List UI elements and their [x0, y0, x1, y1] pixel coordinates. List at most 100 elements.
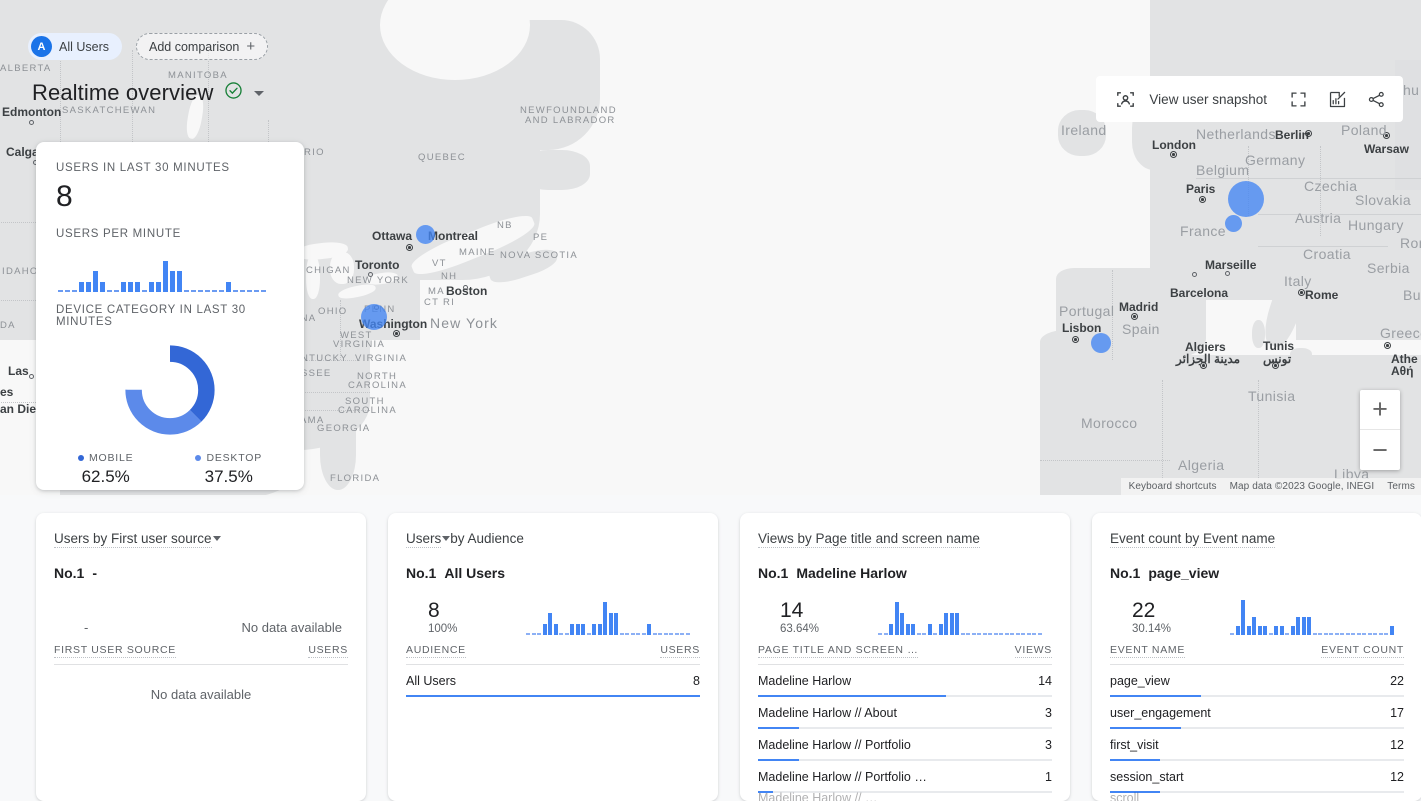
view-user-snapshot-button[interactable]: View user snapshot [1147, 92, 1276, 107]
green-check-circle-icon [224, 81, 243, 105]
card-sparkline[interactable] [526, 591, 700, 635]
map-city-dot-capital [1383, 132, 1390, 139]
column-header-dimension[interactable]: PAGE TITLE AND SCREEN … [758, 644, 918, 658]
zoom-out-button[interactable]: − [1360, 430, 1400, 470]
card-title-metric-selector[interactable]: Users [406, 531, 441, 548]
map-user-marker[interactable] [1091, 333, 1111, 353]
sparkline-bar [966, 633, 970, 635]
device-category-donut[interactable] [56, 342, 284, 438]
table-row-clipped[interactable]: Madeline Harlow // … [758, 791, 1052, 801]
keyboard-shortcuts-link[interactable]: Keyboard shortcuts [1129, 481, 1217, 492]
card-title-dimension: by Audience [450, 531, 524, 546]
column-header-dimension[interactable]: AUDIENCE [406, 644, 466, 658]
card-title[interactable]: Users by First user source [54, 531, 212, 548]
sparkline-bar [565, 633, 569, 635]
realtime-card: Users by First user sourceNo.1--No data … [36, 513, 366, 801]
table-row[interactable]: All Users8 [406, 665, 700, 697]
sparkline-bar [664, 633, 668, 635]
table-row[interactable]: session_start12 [1110, 761, 1404, 793]
table-cell-metric: 17 [1390, 706, 1404, 720]
all-users-chip[interactable]: A All Users [28, 33, 122, 60]
table-cell-metric: 12 [1390, 738, 1404, 752]
card-sparkline[interactable] [1230, 591, 1404, 635]
sparkline-bar [906, 624, 910, 635]
sparkline-bar [889, 624, 893, 635]
map-user-marker[interactable] [416, 225, 435, 244]
map-city-dot-capital [1072, 336, 1079, 343]
sparkline-bar [895, 602, 899, 635]
table-row[interactable]: Madeline Harlow // Portfolio …1 [758, 761, 1052, 793]
device-legend-item: MOBILE 62.5% [78, 452, 133, 487]
fullscreen-icon[interactable] [1281, 82, 1315, 116]
sparkline-bar [247, 290, 252, 292]
sparkline-bar [254, 290, 259, 292]
legend-label: MOBILE [89, 452, 133, 464]
column-header-metric[interactable]: USERS [660, 644, 700, 658]
map-zoom-controls[interactable]: + − [1360, 390, 1400, 470]
table-cell-dimension: page_view [1110, 674, 1170, 688]
sparkline-bar [177, 271, 182, 292]
table-row-content: first_visit12 [1110, 738, 1404, 759]
plus-icon: + [246, 39, 255, 54]
column-header-metric[interactable]: EVENT COUNT [1321, 644, 1404, 658]
card-title[interactable]: Event count by Event name [1110, 531, 1275, 548]
column-header-dimension[interactable]: EVENT NAME [1110, 644, 1185, 658]
sparkline-bar [983, 633, 987, 635]
map-user-marker[interactable] [1225, 215, 1242, 232]
sparkline-bar [686, 633, 690, 635]
sparkline-bar [977, 633, 981, 635]
sparkline-bar [107, 290, 112, 292]
chevron-down-icon[interactable] [442, 536, 450, 541]
add-comparison-button[interactable]: Add comparison + [136, 33, 268, 60]
map-border [1196, 178, 1421, 179]
sparkline-bar [878, 633, 882, 635]
sparkline-bar [1010, 633, 1014, 635]
column-header-dimension[interactable]: FIRST USER SOURCE [54, 644, 176, 658]
table-row[interactable]: first_visit12 [1110, 729, 1404, 761]
zoom-in-button[interactable]: + [1360, 390, 1400, 430]
map-city-dot [368, 272, 373, 277]
share-icon[interactable] [1359, 82, 1393, 116]
sparkline-bar [653, 633, 657, 635]
table-row[interactable]: Madeline Harlow // Portfolio3 [758, 729, 1052, 761]
sparkline-bar [1302, 617, 1306, 635]
chevron-down-icon[interactable] [213, 536, 221, 541]
card-title-row: Users by Audience [406, 531, 700, 548]
sparkline-bar [58, 290, 63, 292]
users-per-minute-sparkline[interactable] [58, 250, 284, 292]
realtime-card: Event count by Event nameNo.1page_view22… [1092, 513, 1421, 801]
table-row[interactable]: Madeline Harlow // About3 [758, 697, 1052, 729]
table-row[interactable]: Madeline Harlow14 [758, 665, 1052, 697]
sparkline-bar [609, 613, 613, 635]
map-border [1040, 460, 1170, 461]
sparkline-bar [1346, 633, 1350, 635]
metric-percent: 63.64% [780, 623, 878, 635]
realtime-summary-card: USERS IN LAST 30 MINUTES 8 USERS PER MIN… [36, 142, 304, 490]
insights-chart-icon[interactable] [1320, 82, 1354, 116]
user-snapshot-icon[interactable] [1108, 82, 1142, 116]
sparkline-bar [669, 633, 673, 635]
column-header-metric[interactable]: VIEWS [1015, 644, 1052, 658]
column-header-metric[interactable]: USERS [308, 644, 348, 658]
table-cell-metric: 12 [1390, 770, 1404, 784]
sparkline-bar [65, 290, 70, 292]
table-row[interactable]: page_view22 [1110, 665, 1404, 697]
table-row-content: page_view22 [1110, 674, 1404, 695]
map-city-dot [1225, 271, 1230, 276]
card-sparkline[interactable] [878, 591, 1052, 635]
sparkline-bar [1258, 626, 1262, 635]
table-row[interactable]: user_engagement17 [1110, 697, 1404, 729]
chevron-down-icon[interactable] [254, 91, 264, 96]
map-border [1320, 146, 1321, 236]
card-title[interactable]: Views by Page title and screen name [758, 531, 980, 548]
table-row-clipped[interactable]: scroll [1110, 791, 1404, 801]
sparkline-bar [261, 290, 266, 292]
sparkline-bar [961, 633, 965, 635]
map-user-marker[interactable] [1228, 181, 1264, 217]
sparkline-bar [884, 633, 888, 635]
sparkline-bar [142, 290, 147, 292]
map-user-marker[interactable] [361, 304, 387, 330]
legend-percent: 62.5% [78, 467, 133, 487]
terms-link[interactable]: Terms [1387, 481, 1415, 492]
table-row-content: user_engagement17 [1110, 706, 1404, 727]
